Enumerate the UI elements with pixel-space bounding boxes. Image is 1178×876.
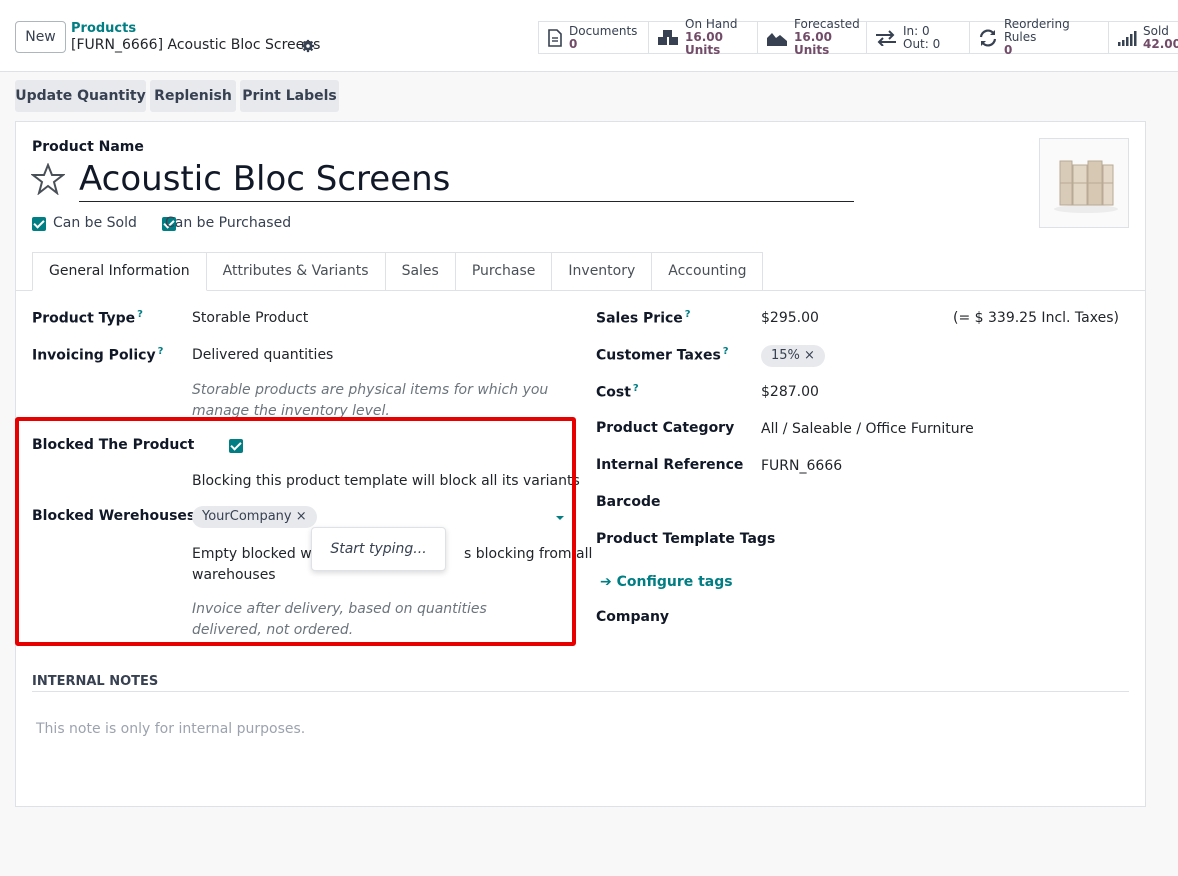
refresh-icon bbox=[979, 28, 997, 47]
autocomplete-dropdown: Start typing... bbox=[311, 527, 446, 571]
sales-price-label-wrap: Sales Price? bbox=[596, 309, 691, 327]
forecasted-value: 16.00 Units bbox=[794, 30, 832, 57]
arrow-right-icon: ➔ bbox=[600, 574, 612, 590]
barcode-field[interactable] bbox=[761, 492, 1121, 514]
barcode-label: Barcode bbox=[596, 494, 661, 510]
product-type-field[interactable]: Storable Product bbox=[192, 310, 308, 326]
help-icon[interactable]: ? bbox=[633, 383, 639, 394]
template-tags-label: Product Template Tags bbox=[596, 531, 776, 547]
tax-tag-label: 15% bbox=[771, 348, 800, 363]
document-icon bbox=[548, 28, 562, 47]
product-type-label: Product Type bbox=[32, 310, 136, 327]
product-image[interactable] bbox=[1039, 138, 1129, 228]
product-name-label: Product Name bbox=[32, 139, 144, 155]
reordering-rules-label: Reordering Rules bbox=[1004, 17, 1070, 44]
tax-tag: 15% × bbox=[761, 345, 825, 367]
product-type-label-wrap: Product Type? bbox=[32, 309, 143, 327]
in-label: In: 0 bbox=[903, 23, 930, 38]
tab-attributes-variants[interactable]: Attributes & Variants bbox=[206, 252, 386, 291]
on-hand-button[interactable]: On Hand 16.00 Units bbox=[649, 18, 758, 57]
highlight-box bbox=[15, 417, 576, 646]
internal-notes-heading: INTERNAL NOTES bbox=[32, 674, 159, 689]
help-icon[interactable]: ? bbox=[137, 309, 143, 320]
configure-tags-label: Configure tags bbox=[616, 574, 733, 590]
replenish-button[interactable]: Replenish bbox=[150, 80, 236, 112]
configure-tags-link[interactable]: ➔ Configure tags bbox=[600, 574, 733, 590]
storable-note: Storable products are physical items for… bbox=[192, 382, 549, 419]
reordering-rules-button[interactable]: Reordering Rules 0 bbox=[970, 18, 1109, 57]
product-name-field[interactable]: Acoustic Bloc Screens bbox=[79, 158, 854, 202]
tab-inventory[interactable]: Inventory bbox=[552, 252, 653, 291]
remove-tag-icon[interactable]: × bbox=[804, 348, 815, 363]
company-label: Company bbox=[596, 609, 670, 625]
sold-value: 42.00 bbox=[1143, 36, 1178, 51]
on-hand-value: 16.00 Units bbox=[685, 30, 723, 57]
invoicing-policy-field[interactable]: Delivered quantities bbox=[192, 347, 333, 363]
category-label: Product Category bbox=[596, 420, 735, 436]
cost-label: Cost bbox=[596, 384, 631, 401]
out-label: Out: 0 bbox=[903, 36, 941, 51]
signal-bars-icon bbox=[1118, 30, 1137, 46]
sales-price-field[interactable]: $295.00 bbox=[761, 310, 819, 326]
can-be-sold-label: Can be Sold bbox=[53, 215, 137, 231]
breadcrumb-products-link[interactable]: Products bbox=[71, 21, 136, 36]
cost-field[interactable]: $287.00 bbox=[761, 384, 819, 400]
cost-label-wrap: Cost? bbox=[596, 383, 639, 401]
gear-icon[interactable] bbox=[301, 39, 315, 53]
update-quantity-button[interactable]: Update Quantity bbox=[15, 80, 146, 112]
can-be-purchased-label: Can be Purchased bbox=[165, 215, 292, 231]
company-field[interactable] bbox=[761, 607, 1121, 629]
product-photo bbox=[1054, 160, 1118, 213]
smart-buttons: Documents 0 On Hand 16.00 Units Forecasted… bbox=[538, 18, 1178, 57]
tab-sales[interactable]: Sales bbox=[385, 252, 456, 291]
invoicing-policy-label: Invoicing Policy bbox=[32, 347, 156, 364]
sales-price-label: Sales Price bbox=[596, 310, 683, 327]
in-out-button[interactable]: In: 0 Out: 0 bbox=[867, 22, 970, 53]
category-field[interactable]: All / Saleable / Office Furniture bbox=[761, 421, 974, 437]
breadcrumb-current: [FURN_6666] Acoustic Bloc Screens bbox=[71, 37, 321, 53]
exchange-arrows-icon bbox=[876, 29, 896, 46]
help-icon[interactable]: ? bbox=[158, 346, 164, 357]
notes-divider bbox=[32, 691, 1129, 692]
documents-label: Documents bbox=[569, 23, 638, 38]
print-labels-button[interactable]: Print Labels bbox=[240, 80, 339, 112]
area-chart-icon bbox=[767, 32, 787, 46]
tab-accounting[interactable]: Accounting bbox=[652, 252, 764, 291]
can-be-sold-checkbox[interactable] bbox=[32, 217, 46, 231]
incl-taxes-value: (= $ 339.25 Incl. Taxes) bbox=[953, 310, 1119, 326]
invoicing-policy-label-wrap: Invoicing Policy? bbox=[32, 346, 163, 364]
cubes-icon bbox=[658, 29, 678, 45]
internal-notes-editor[interactable]: This note is only for internal purposes. bbox=[36, 721, 1126, 737]
customer-taxes-label: Customer Taxes bbox=[596, 347, 721, 364]
reordering-rules-value: 0 bbox=[1004, 43, 1013, 57]
forecasted-button[interactable]: Forecasted 16.00 Units bbox=[758, 18, 867, 57]
internal-ref-field[interactable]: FURN_6666 bbox=[761, 458, 842, 474]
customer-taxes-label-wrap: Customer Taxes? bbox=[596, 346, 729, 364]
help-icon[interactable]: ? bbox=[685, 309, 691, 320]
template-tags-field[interactable] bbox=[761, 529, 1121, 551]
sold-button[interactable]: Sold 42.00 bbox=[1109, 22, 1178, 53]
new-button[interactable]: New bbox=[15, 21, 66, 53]
star-icon[interactable] bbox=[31, 163, 65, 195]
documents-value: 0 bbox=[569, 36, 578, 51]
help-icon[interactable]: ? bbox=[723, 346, 729, 357]
tab-purchase[interactable]: Purchase bbox=[455, 252, 553, 291]
notebook-tabs: General Information Attributes & Variant… bbox=[32, 252, 764, 291]
tab-general-information[interactable]: General Information bbox=[32, 252, 207, 291]
documents-button[interactable]: Documents 0 bbox=[539, 22, 649, 53]
internal-ref-label: Internal Reference bbox=[596, 457, 744, 473]
